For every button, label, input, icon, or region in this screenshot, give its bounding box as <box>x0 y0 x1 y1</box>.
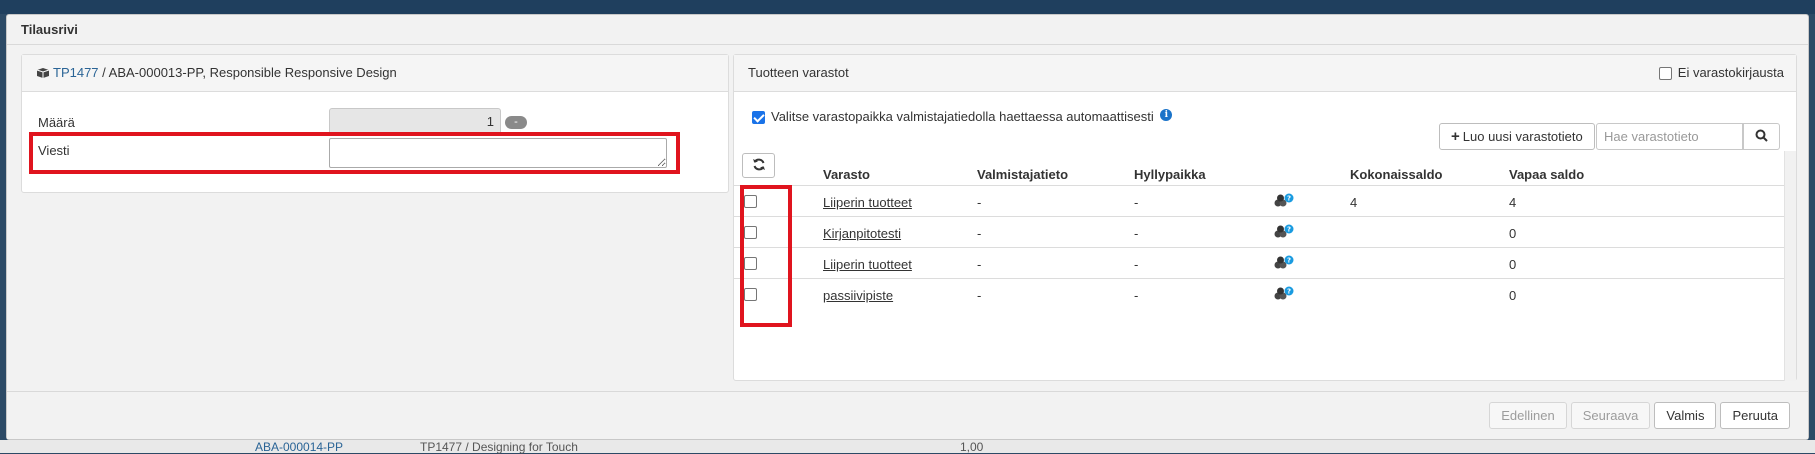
stock-panel-title: Tuotteen varastot <box>748 65 849 80</box>
order-row-modal: Tilausrivi TP1477 / ABA-000013-PP, Respo… <box>6 14 1809 440</box>
next-button[interactable]: Seuraava <box>1570 402 1651 429</box>
background-row-code: ABA-000014-PP <box>255 440 344 454</box>
free-balance-cell: 0 <box>1509 226 1517 241</box>
shelf-cell: - <box>1134 226 1139 241</box>
quantity-label: Määrä <box>38 115 75 130</box>
background-row-value: 1,00 <box>960 440 984 454</box>
product-panel: TP1477 / ABA-000013-PP, Responsible Resp… <box>21 54 729 193</box>
table-row: Kirjanpitotesti - - ? 0 <box>734 216 1784 247</box>
stock-info-icon[interactable]: ? <box>1274 255 1294 272</box>
warehouse-link[interactable]: Liiperin tuotteet <box>823 195 912 210</box>
cube-icon <box>36 67 50 82</box>
stock-search-button[interactable] <box>1743 123 1780 150</box>
no-stock-label: Ei varastokirjausta <box>1677 65 1784 80</box>
svg-text:?: ? <box>1287 226 1291 234</box>
manufacturer-cell: - <box>977 195 982 210</box>
svg-text:?: ? <box>1287 195 1291 203</box>
free-balance-cell: 4 <box>1509 195 1517 210</box>
svg-text:?: ? <box>1287 257 1291 265</box>
manufacturer-cell: - <box>977 288 982 303</box>
warehouse-link[interactable]: Kirjanpitotesti <box>823 226 901 241</box>
highlight-message-row <box>29 132 680 174</box>
quantity-field[interactable]: 1 <box>329 108 501 135</box>
manufacturer-cell: - <box>977 257 982 272</box>
auto-select-checkbox[interactable] <box>752 111 765 125</box>
stock-info-icon[interactable]: ? <box>1274 286 1294 303</box>
total-balance-cell: 4 <box>1350 195 1358 210</box>
stock-info-icon[interactable]: ? <box>1274 193 1294 210</box>
refresh-icon <box>752 158 766 174</box>
product-description: / ABA-000013-PP, Responsible Responsive … <box>98 65 397 80</box>
warehouse-link[interactable]: passiivipiste <box>823 288 893 303</box>
search-icon <box>1755 129 1768 145</box>
quantity-decrease-button[interactable]: - <box>505 116 527 129</box>
plus-icon: + <box>1451 128 1460 145</box>
product-panel-heading: TP1477 / ABA-000013-PP, Responsible Resp… <box>22 55 728 92</box>
svg-text:?: ? <box>1287 288 1291 296</box>
new-stock-label: Luo uusi varastotieto <box>1462 129 1583 144</box>
background-app-row: ABA-000014-PP TP1477 / Designing for Tou… <box>0 440 1815 454</box>
footer-buttons: Edellinen Seuraava Valmis Peruuta <box>1489 402 1790 429</box>
no-stock-checkbox[interactable] <box>1658 67 1672 81</box>
refresh-button[interactable] <box>742 153 775 178</box>
shelf-cell: - <box>1134 288 1139 303</box>
background-row-text: TP1477 / Designing for Touch <box>420 440 578 454</box>
column-manufacturer: Valmistajatieto <box>977 167 1069 182</box>
modal-footer: Edellinen Seuraava Valmis Peruuta <box>7 391 1808 439</box>
done-button[interactable]: Valmis <box>1654 402 1717 429</box>
shelf-cell: - <box>1134 195 1139 210</box>
modal-title: Tilausrivi <box>7 15 1808 45</box>
table-row: Liiperin tuotteet - - ? 0 <box>734 247 1784 278</box>
table-row: passiivipiste - - ? 0 <box>734 278 1784 309</box>
info-icon[interactable]: i <box>1160 109 1173 121</box>
free-balance-cell: 0 <box>1509 288 1517 303</box>
shelf-cell: - <box>1134 257 1139 272</box>
highlight-row-checkboxes <box>740 185 792 327</box>
stock-panel-heading: Tuotteen varastot Ei varastokirjausta <box>734 55 1796 92</box>
no-stock-option: Ei varastokirjausta <box>1658 65 1784 81</box>
product-code-link[interactable]: TP1477 <box>53 65 99 80</box>
column-total-balance: Kokonaissaldo <box>1350 167 1443 182</box>
column-shelf: Hyllypaikka <box>1134 167 1206 182</box>
background-app-header <box>0 0 1815 14</box>
auto-select-option: Valitse varastopaikka valmistajatiedolla… <box>752 109 1173 125</box>
table-scrollbar[interactable] <box>1784 151 1796 381</box>
previous-button[interactable]: Edellinen <box>1489 402 1567 429</box>
stock-panel: Tuotteen varastot Ei varastokirjausta Va… <box>733 54 1797 381</box>
warehouse-link[interactable]: Liiperin tuotteet <box>823 257 912 272</box>
new-stock-button[interactable]: + Luo uusi varastotieto <box>1439 123 1595 150</box>
stock-info-icon[interactable]: ? <box>1274 224 1294 241</box>
cancel-button[interactable]: Peruuta <box>1720 402 1790 429</box>
table-row: Liiperin tuotteet - - ? 4 4 <box>734 185 1784 216</box>
manufacturer-cell: - <box>977 226 982 241</box>
column-free-balance: Vapaa saldo <box>1509 167 1585 182</box>
stock-search-input[interactable] <box>1596 123 1743 150</box>
free-balance-cell: 0 <box>1509 257 1517 272</box>
auto-select-label: Valitse varastopaikka valmistajatiedolla… <box>771 109 1154 124</box>
column-warehouse: Varasto <box>823 167 870 182</box>
